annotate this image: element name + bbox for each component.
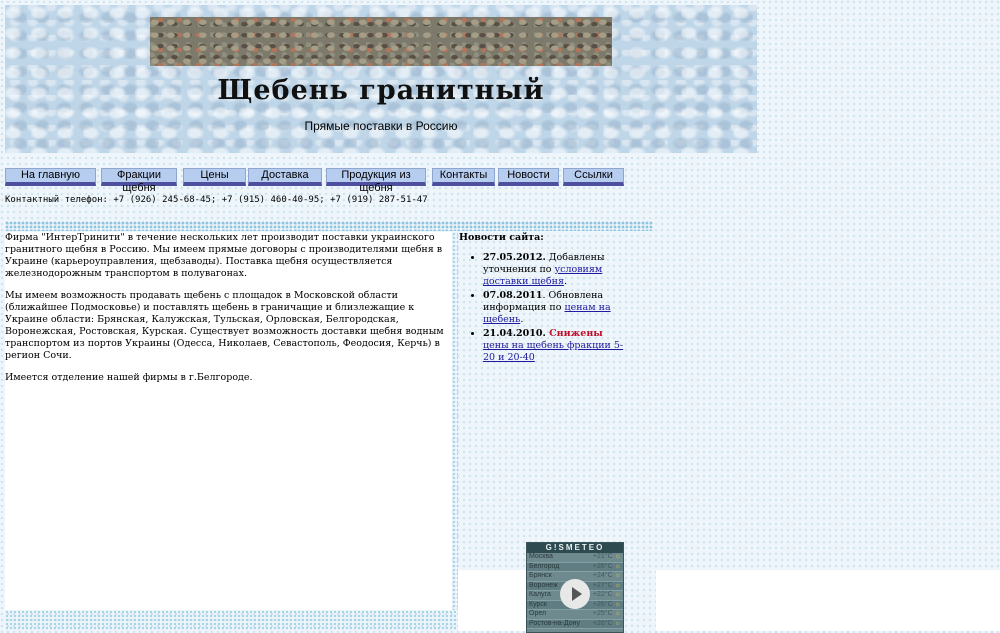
sun-icon: ☼ xyxy=(614,581,621,589)
weather-city: Брянск xyxy=(529,572,552,579)
weather-city: Орел xyxy=(529,610,547,617)
sun-icon: ☼ xyxy=(614,591,621,598)
weather-temp: +26°C xyxy=(592,600,613,608)
gravel-banner-image xyxy=(150,17,612,66)
weather-city: Калуга xyxy=(529,591,551,598)
weather-row: Москва +21°C ☼ xyxy=(527,553,623,563)
content-border-strip xyxy=(452,232,458,610)
nav-item-home[interactable]: На главную xyxy=(5,168,96,186)
nav-item-products[interactable]: Продукция из щебня xyxy=(326,168,426,194)
weather-temp: +26°C xyxy=(592,562,613,570)
news-date: 21.04.2010. xyxy=(483,328,546,339)
nav-item-fractions[interactable]: Фракции щебня xyxy=(101,168,177,194)
nav-item-contacts[interactable]: Контакты xyxy=(432,168,495,186)
nav-item-news[interactable]: Новости xyxy=(498,168,559,186)
weather-temp: +21°C xyxy=(592,553,613,560)
weather-row: Ростов-на-Дону +26°C ☼ xyxy=(527,619,623,629)
intro-paragraph: Фирма "ИнтерТринити" в течение нескольки… xyxy=(5,232,443,279)
weather-city: Ростов-на-Дону xyxy=(529,619,580,627)
site-header: Щебень гранитный Прямые поставки в Росси… xyxy=(5,5,757,153)
nav-item-delivery[interactable]: Доставка xyxy=(248,168,322,186)
news-date: 07.08.2011 xyxy=(483,290,543,301)
weather-temp: +24°C xyxy=(592,572,613,579)
sun-icon: ☼ xyxy=(614,553,621,560)
sun-icon: ☼ xyxy=(614,562,621,570)
news-panel: Новости сайта: 27.05.2012. Добавлены уто… xyxy=(459,232,629,366)
sun-icon: ☼ xyxy=(614,572,621,579)
news-item: 07.08.2011. Обновлена информация по цена… xyxy=(483,290,629,326)
news-after: . xyxy=(563,276,567,287)
footer-blank-left xyxy=(458,570,526,631)
regions-paragraph: Мы имеем возможность продавать щебень с … xyxy=(5,290,444,361)
nav-item-links[interactable]: Ссылки xyxy=(563,168,624,186)
news-date: 27.05.2012. xyxy=(483,252,546,263)
content-bottom-strip xyxy=(5,610,456,631)
weather-temp: +25°C xyxy=(592,610,613,617)
news-list: 27.05.2012. Добавлены уточнения по услов… xyxy=(459,252,629,364)
contact-phone-line: Контактный телефон: +7 (926) 245-68-45; … xyxy=(5,195,428,205)
sun-icon: ☼ xyxy=(614,619,621,627)
footer-blank-right xyxy=(656,570,1000,631)
news-highlight: Снижены xyxy=(545,328,603,339)
news-item: 27.05.2012. Добавлены уточнения по услов… xyxy=(483,252,629,288)
weather-city: Курск xyxy=(529,600,547,608)
weather-widget[interactable]: G!SMETEO Москва +21°C ☼ Белгород +26°C ☼ Б… xyxy=(526,542,624,633)
sun-icon: ☼ xyxy=(614,600,621,608)
news-after: . xyxy=(520,314,524,325)
site-title: Щебень гранитный xyxy=(217,75,545,106)
weather-row: Белгород +26°C ☼ xyxy=(527,562,623,572)
weather-temp: +22°C xyxy=(592,591,613,598)
weather-row: Орел +25°C ☼ xyxy=(527,610,623,620)
weather-city: Белгород xyxy=(529,562,560,570)
play-icon[interactable] xyxy=(560,579,590,609)
weather-widget-title: G!SMETEO xyxy=(527,543,623,553)
branch-paragraph: Имеется отделение нашей фирмы в г.Белгор… xyxy=(5,372,253,383)
price-reduction-link[interactable]: цены на щебень фракции 5-20 и 20-40 xyxy=(483,340,623,363)
divider-strip xyxy=(5,221,653,231)
weather-city: Москва xyxy=(529,553,553,560)
weather-temp: +27°C xyxy=(592,581,613,589)
nav-item-prices[interactable]: Цены xyxy=(183,168,246,186)
main-content: Фирма "ИнтерТринити" в течение нескольки… xyxy=(5,232,452,610)
sun-icon: ☼ xyxy=(614,610,621,617)
site-subtitle: Прямые поставки в Россию xyxy=(304,119,458,133)
news-item: 21.04.2010. Снижены цены на щебень фракц… xyxy=(483,328,629,364)
weather-temp: +26°C xyxy=(592,619,613,627)
weather-city: Воронеж xyxy=(529,581,558,589)
news-heading: Новости сайта: xyxy=(459,232,544,243)
